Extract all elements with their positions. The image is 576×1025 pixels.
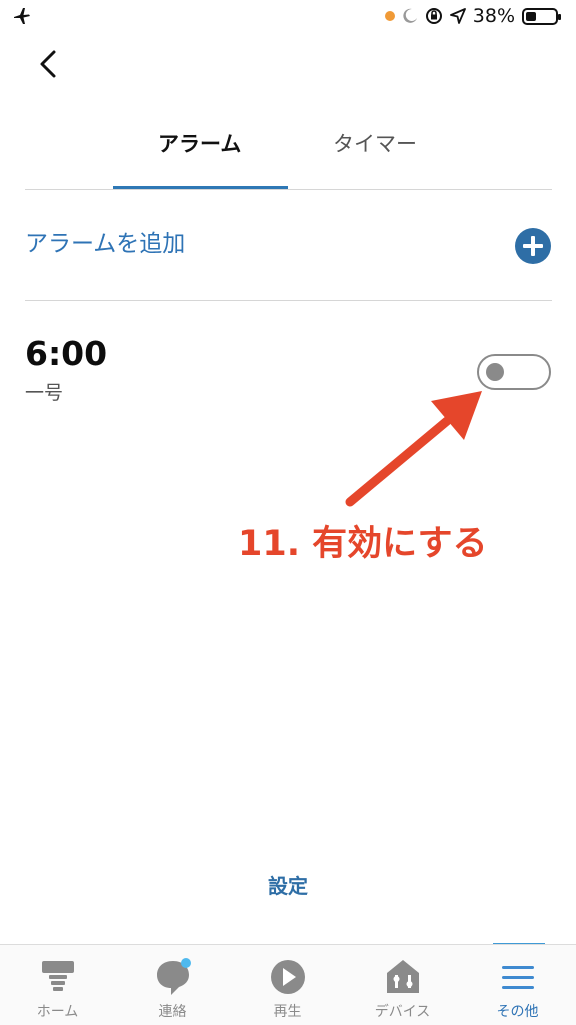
- toggle-knob: [486, 363, 504, 381]
- nav-label: ホーム: [36, 1004, 79, 1020]
- add-alarm-link[interactable]: アラームを追加: [25, 224, 185, 258]
- rotation-lock-icon: [425, 8, 442, 24]
- alarm-time: 6:00: [25, 334, 108, 373]
- airplane-mode-icon: [14, 8, 30, 24]
- nav-label: 連絡: [158, 1004, 187, 1020]
- status-bar: 38%: [0, 0, 576, 34]
- devices-icon: [387, 960, 419, 993]
- play-icon: [271, 960, 305, 994]
- nav-label: その他: [496, 1004, 539, 1020]
- nav-label: デバイス: [374, 1004, 431, 1020]
- tab-bar: アラーム タイマー: [0, 118, 576, 190]
- do-not-disturb-icon: [403, 8, 417, 23]
- battery-percentage: 38%: [472, 5, 515, 27]
- chevron-left-icon: [40, 50, 56, 78]
- nav-more[interactable]: その他: [460, 945, 575, 1025]
- battery-icon: [522, 7, 561, 25]
- bottom-nav: ホーム 連絡 再生 デバイス その他: [0, 944, 576, 1025]
- menu-icon: [502, 966, 534, 989]
- tab-alarm[interactable]: アラーム: [158, 128, 241, 158]
- add-alarm-button[interactable]: [515, 228, 551, 264]
- back-button[interactable]: [30, 46, 70, 86]
- annotation-text: 11. 有効にする: [238, 524, 488, 564]
- alarm-toggle[interactable]: [477, 354, 551, 390]
- nav-communicate[interactable]: 連絡: [115, 945, 230, 1025]
- nav-home[interactable]: ホーム: [0, 945, 115, 1025]
- tab-timer[interactable]: タイマー: [333, 128, 417, 158]
- status-icons: 38%: [384, 5, 561, 27]
- divider: [25, 189, 552, 190]
- settings-label: 設定: [268, 874, 308, 898]
- nav-play[interactable]: 再生: [230, 945, 345, 1025]
- alarm-label: 一号: [25, 382, 64, 404]
- settings-link[interactable]: 設定: [0, 870, 576, 899]
- nav-devices[interactable]: デバイス: [345, 945, 460, 1025]
- chat-icon: [157, 958, 191, 995]
- divider: [25, 300, 552, 301]
- location-icon: [449, 8, 466, 24]
- mic-indicator-icon: [384, 11, 395, 21]
- home-icon: [42, 961, 74, 991]
- nav-label: 再生: [273, 1004, 302, 1020]
